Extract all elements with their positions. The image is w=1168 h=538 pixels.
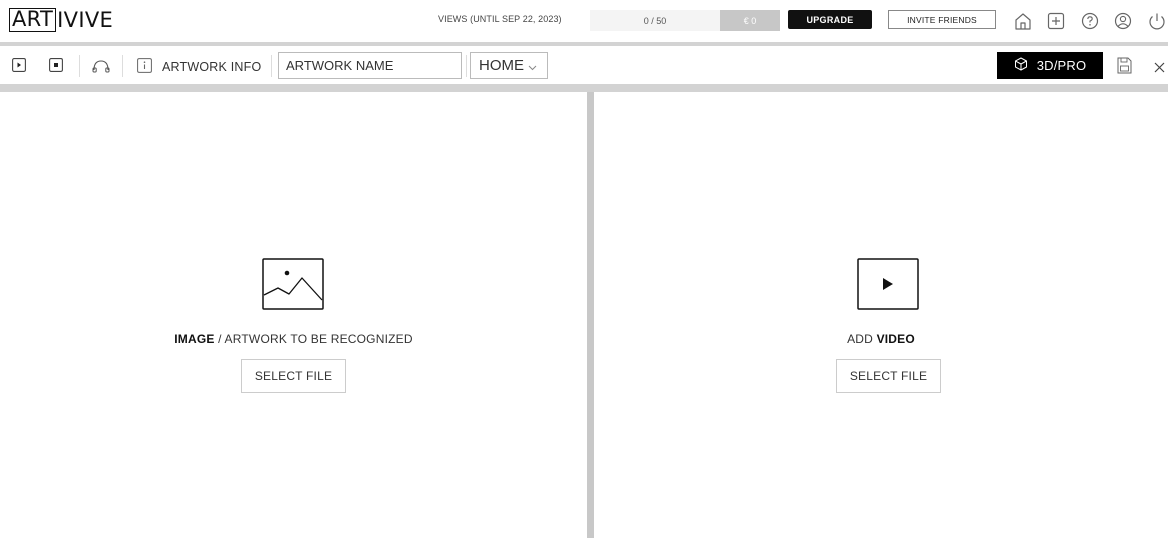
video-play-icon: [857, 258, 919, 315]
image-caption-text: / ARTWORK TO BE RECOGNIZED: [214, 332, 413, 346]
account-icon[interactable]: [1113, 11, 1133, 31]
close-icon[interactable]: [1154, 60, 1165, 78]
artivive-logo[interactable]: ART IVIVE: [9, 8, 113, 32]
play-icon[interactable]: [12, 58, 26, 77]
info-icon[interactable]: [137, 58, 152, 78]
toolbar-divider: [0, 84, 1168, 92]
plus-icon[interactable]: [1046, 11, 1066, 31]
artwork-name-input[interactable]: [278, 52, 462, 79]
header-divider: [0, 42, 1168, 46]
power-icon[interactable]: [1146, 11, 1168, 31]
video-upload-pane: ADD VIDEO SELECT FILE: [594, 92, 1168, 538]
balance-value: € 0: [743, 15, 757, 26]
select-video-file-button[interactable]: SELECT FILE: [836, 359, 941, 393]
toolbar-separator: [122, 55, 123, 77]
home-icon[interactable]: [1013, 11, 1033, 31]
pane-divider: [587, 92, 594, 538]
balance-badge: € 0: [720, 10, 780, 31]
headphones-icon[interactable]: [92, 59, 110, 78]
toolbar-separator: [79, 55, 80, 77]
logo-boxed-text: ART: [9, 8, 57, 32]
image-upload-caption: IMAGE / ARTWORK TO BE RECOGNIZED: [0, 332, 587, 346]
cube-icon: [1014, 57, 1028, 74]
image-caption-bold: IMAGE: [174, 332, 215, 346]
video-caption-text: ADD: [847, 332, 877, 346]
logo-text: IVIVE: [57, 8, 114, 32]
home-select-value: HOME: [479, 57, 524, 74]
views-count: 0 / 50: [643, 15, 667, 26]
invite-friends-button[interactable]: INVITE FRIENDS: [888, 10, 996, 29]
image-upload-pane: IMAGE / ARTWORK TO BE RECOGNIZED SELECT …: [0, 92, 587, 538]
views-label: VIEWS (UNTIL SEP 22, 2023): [438, 14, 562, 24]
save-icon[interactable]: [1117, 57, 1132, 79]
3d-pro-button[interactable]: 3D/PRO: [997, 52, 1103, 79]
upgrade-button[interactable]: UPGRADE: [788, 10, 872, 29]
home-select[interactable]: HOME: [470, 52, 548, 79]
top-bar: ART IVIVE VIEWS (UNTIL SEP 22, 2023) 0 / …: [0, 0, 1168, 42]
artwork-info-link[interactable]: ARTWORK INFO: [162, 60, 261, 74]
image-icon: [262, 258, 324, 315]
editor-toolbar: ARTWORK INFO HOME 3D/PRO: [0, 47, 1168, 84]
select-image-file-button[interactable]: SELECT FILE: [241, 359, 346, 393]
stop-icon[interactable]: [49, 58, 63, 77]
toolbar-separator: [466, 55, 467, 77]
video-caption-bold: VIDEO: [876, 332, 915, 346]
video-upload-caption: ADD VIDEO: [594, 332, 1168, 346]
help-icon[interactable]: [1080, 11, 1100, 31]
3d-pro-label: 3D/PRO: [1036, 58, 1087, 73]
toolbar-separator: [271, 55, 272, 77]
views-meter: 0 / 50: [590, 10, 720, 31]
chevron-down-icon: [528, 58, 537, 75]
